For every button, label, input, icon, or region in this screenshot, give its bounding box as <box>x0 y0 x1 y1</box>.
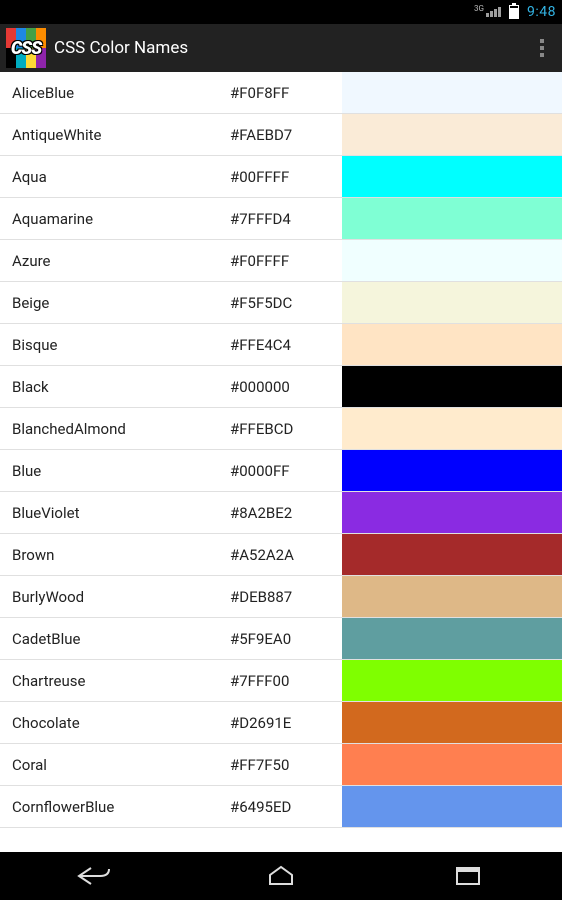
back-button[interactable] <box>54 860 134 892</box>
color-row[interactable]: AliceBlue#F0F8FF <box>0 72 562 114</box>
color-swatch <box>342 240 562 281</box>
color-row[interactable]: AntiqueWhite#FAEBD7 <box>0 114 562 156</box>
nav-bar <box>0 852 562 900</box>
color-row[interactable]: CadetBlue#5F9EA0 <box>0 618 562 660</box>
status-bar: 3G 9:48 <box>0 0 562 24</box>
color-hex: #6495ED <box>230 798 342 816</box>
color-swatch <box>342 366 562 407</box>
color-name: CadetBlue <box>0 630 230 648</box>
color-row[interactable]: Coral#FF7F50 <box>0 744 562 786</box>
color-swatch <box>342 660 562 701</box>
color-hex: #000000 <box>230 378 342 396</box>
color-hex: #8A2BE2 <box>230 504 342 522</box>
color-swatch <box>342 492 562 533</box>
color-row[interactable]: Brown#A52A2A <box>0 534 562 576</box>
color-name: Aquamarine <box>0 210 230 228</box>
color-hex: #5F9EA0 <box>230 630 342 648</box>
overflow-menu-button[interactable] <box>522 24 562 72</box>
action-bar: CSS CSS Color Names <box>0 24 562 72</box>
color-hex: #DEB887 <box>230 588 342 606</box>
color-name: BlanchedAlmond <box>0 420 230 438</box>
screen: { "status": { "net_label": "3G", "time":… <box>0 0 562 900</box>
color-name: Coral <box>0 756 230 774</box>
color-hex: #FFE4C4 <box>230 336 342 354</box>
color-row[interactable]: BlueViolet#8A2BE2 <box>0 492 562 534</box>
color-hex: #0000FF <box>230 462 342 480</box>
color-swatch <box>342 744 562 785</box>
color-row[interactable]: CornflowerBlue#6495ED <box>0 786 562 828</box>
color-hex: #7FFFD4 <box>230 210 342 228</box>
color-swatch <box>342 282 562 323</box>
color-swatch <box>342 72 562 113</box>
color-hex: #FF7F50 <box>230 756 342 774</box>
color-row[interactable]: Aquamarine#7FFFD4 <box>0 198 562 240</box>
color-swatch <box>342 618 562 659</box>
color-name: CornflowerBlue <box>0 798 230 816</box>
color-swatch <box>342 576 562 617</box>
color-name: Beige <box>0 294 230 312</box>
color-swatch <box>342 408 562 449</box>
color-hex: #FFEBCD <box>230 420 342 438</box>
color-hex: #7FFF00 <box>230 672 342 690</box>
color-swatch <box>342 156 562 197</box>
color-row[interactable]: Azure#F0FFFF <box>0 240 562 282</box>
color-swatch <box>342 324 562 365</box>
color-swatch <box>342 534 562 575</box>
color-hex: #00FFFF <box>230 168 342 186</box>
color-name: Bisque <box>0 336 230 354</box>
color-swatch <box>342 450 562 491</box>
color-name: AliceBlue <box>0 84 230 102</box>
color-hex: #D2691E <box>230 714 342 732</box>
home-button[interactable] <box>241 860 321 892</box>
color-name: Chartreuse <box>0 672 230 690</box>
color-row[interactable]: Aqua#00FFFF <box>0 156 562 198</box>
color-row[interactable]: Chartreuse#7FFF00 <box>0 660 562 702</box>
color-name: Black <box>0 378 230 396</box>
color-row[interactable]: BlanchedAlmond#FFEBCD <box>0 408 562 450</box>
app-icon-text: CSS <box>6 28 46 68</box>
color-row[interactable]: Beige#F5F5DC <box>0 282 562 324</box>
color-swatch <box>342 198 562 239</box>
color-hex: #F0FFFF <box>230 252 342 270</box>
network-label: 3G <box>474 4 484 13</box>
color-name: AntiqueWhite <box>0 126 230 144</box>
recent-apps-button[interactable] <box>428 860 508 892</box>
color-hex: #FAEBD7 <box>230 126 342 144</box>
color-name: Brown <box>0 546 230 564</box>
app-icon: CSS <box>6 28 46 68</box>
color-hex: #A52A2A <box>230 546 342 564</box>
color-name: Blue <box>0 462 230 480</box>
color-name: Aqua <box>0 168 230 186</box>
color-name: BurlyWood <box>0 588 230 606</box>
clock: 9:48 <box>527 4 556 20</box>
color-hex: #F0F8FF <box>230 84 342 102</box>
color-name: Azure <box>0 252 230 270</box>
color-swatch <box>342 786 562 827</box>
color-row[interactable]: Blue#0000FF <box>0 450 562 492</box>
color-name: BlueViolet <box>0 504 230 522</box>
color-swatch <box>342 702 562 743</box>
page-title: CSS Color Names <box>54 38 522 58</box>
color-name: Chocolate <box>0 714 230 732</box>
color-row[interactable]: Chocolate#D2691E <box>0 702 562 744</box>
color-hex: #F5F5DC <box>230 294 342 312</box>
color-row[interactable]: Black#000000 <box>0 366 562 408</box>
color-list[interactable]: AliceBlue#F0F8FFAntiqueWhite#FAEBD7Aqua#… <box>0 72 562 852</box>
color-swatch <box>342 114 562 155</box>
color-row[interactable]: BurlyWood#DEB887 <box>0 576 562 618</box>
color-row[interactable]: Bisque#FFE4C4 <box>0 324 562 366</box>
battery-icon <box>509 5 519 19</box>
signal-icon <box>486 7 501 17</box>
